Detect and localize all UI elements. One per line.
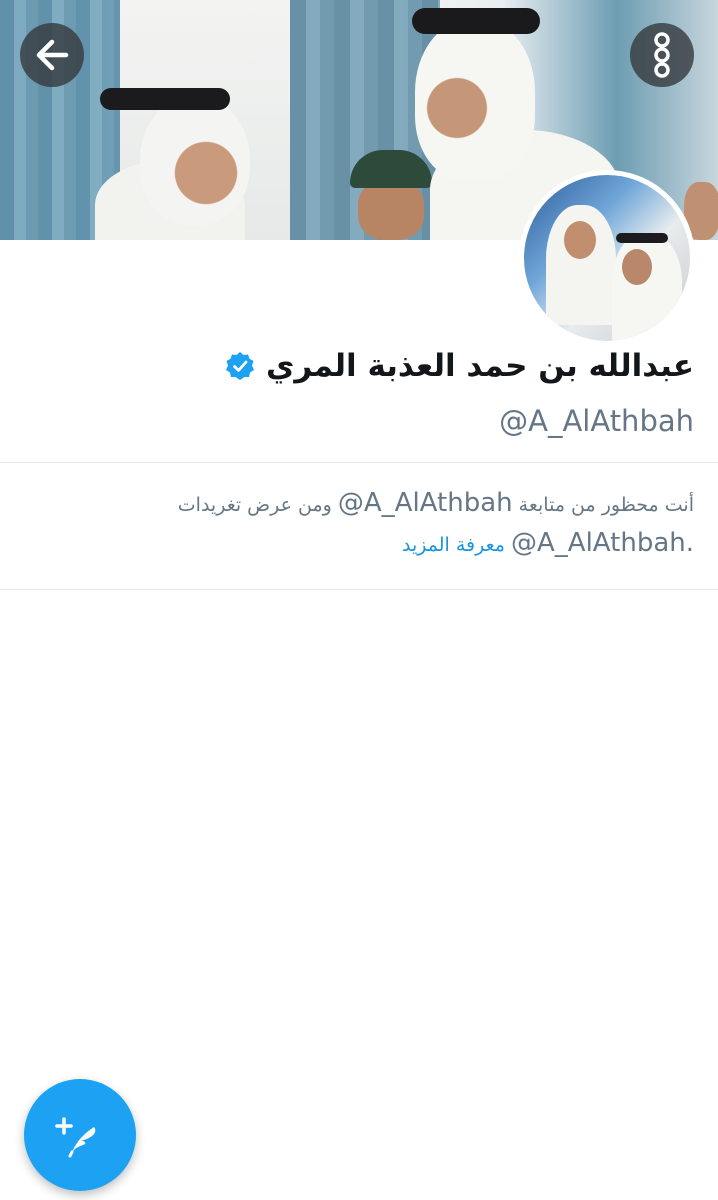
banner-person-head [140,95,250,225]
banner-person-guard [358,180,424,240]
compose-tweet-button[interactable] [24,1079,136,1191]
notice-text: ومن عرض تغريدات [177,494,332,516]
profile-avatar[interactable] [519,170,695,346]
more-vertical-icon [654,32,670,78]
divider [0,589,718,590]
compose-tweet-icon [55,1117,96,1158]
avatar-figure [612,233,682,341]
banner-headband [412,8,540,34]
notice-line-2: @A_AlAthbah. معرفة المزيد [94,524,694,564]
notice-line-1: أنت محظور من متابعة @A_AlAthbah ومن عرض … [94,484,694,524]
profile-name-row: عبدالله بن حمد العذبة المري [224,342,694,390]
arrow-left-icon [36,39,69,71]
back-button[interactable] [20,23,84,87]
profile-handle: @A_AlAthbah [499,404,694,438]
notice-mention[interactable]: @A_AlAthbah [338,488,513,518]
divider [0,462,718,463]
blocked-notice: أنت محظور من متابعة @A_AlAthbah ومن عرض … [94,484,694,564]
profile-display-name: عبدالله بن حمد العذبة المري [265,348,694,384]
avatar-headband [616,233,668,243]
avatar-face [564,221,596,259]
avatar-face [622,249,652,285]
more-options-button[interactable] [630,23,694,87]
banner-headband [100,88,230,110]
notice-mention[interactable]: @A_AlAthbah. [511,528,694,558]
verified-badge-icon [225,352,254,380]
notice-text: أنت محظور من متابعة [518,494,694,516]
banner-person-head [415,20,535,180]
learn-more-link[interactable]: معرفة المزيد [402,534,505,556]
